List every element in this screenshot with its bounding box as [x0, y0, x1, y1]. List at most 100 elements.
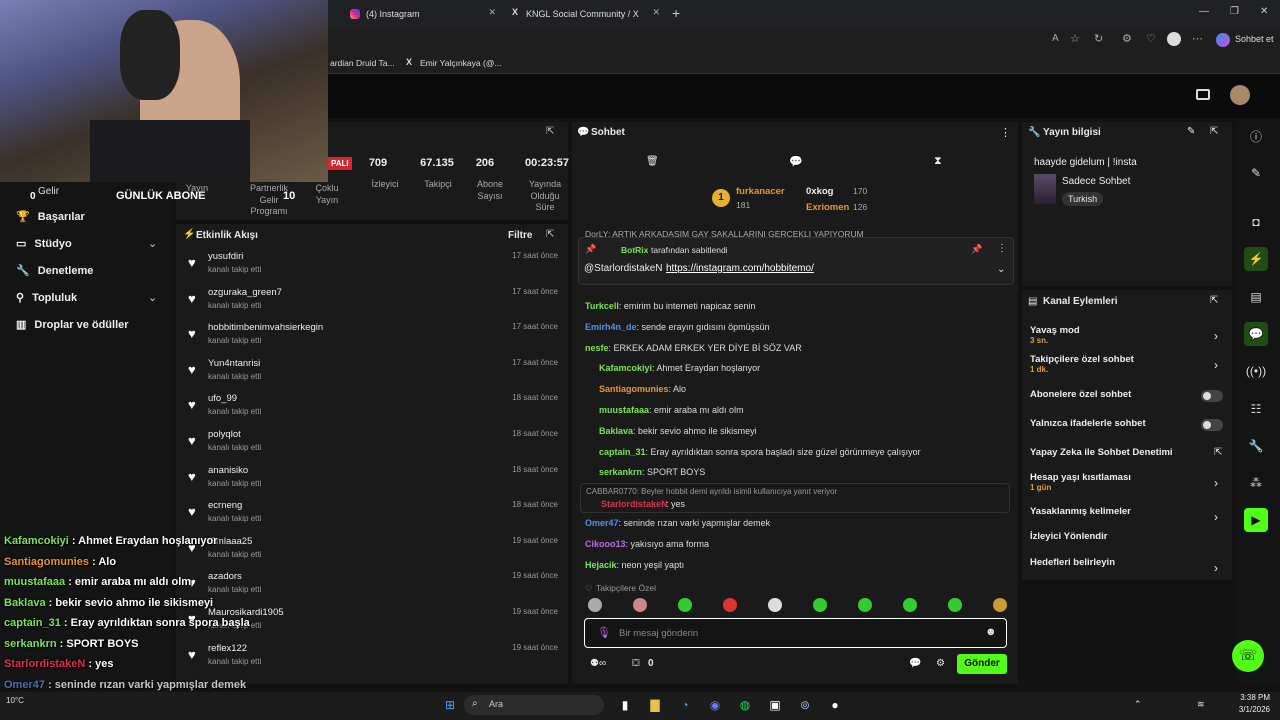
profile-icon[interactable]: [1167, 32, 1181, 46]
extensions-icon[interactable]: ⚙: [1122, 32, 1132, 45]
activity-row[interactable]: ♥ azadors kanalı takip etti 19 saat önce: [180, 567, 564, 603]
bookmark-item[interactable]: ardian Druid Ta...: [330, 58, 395, 68]
activity-username[interactable]: ecrneng: [208, 500, 242, 511]
wrench-icon[interactable]: 🔧: [1244, 434, 1268, 458]
more-vertical-icon[interactable]: ⋮: [997, 243, 1007, 254]
spotify-icon[interactable]: ◍: [736, 696, 754, 714]
hourglass-icon[interactable]: ⧗: [934, 155, 942, 168]
windows-start-icon[interactable]: ⊞: [441, 696, 459, 714]
avatar[interactable]: [1230, 85, 1250, 105]
tab-x[interactable]: X KNGL Social Community / X ✕: [506, 2, 666, 26]
chat-username[interactable]: muustafaaa: [599, 405, 649, 415]
chat-username[interactable]: Cikooo13: [585, 539, 626, 549]
chat-bubble-icon[interactable]: 💬: [789, 155, 803, 168]
channel-action-item[interactable]: Takipçilere özel sohbet 1 dk.: [1030, 354, 1226, 374]
activity-row[interactable]: ♥ ufo_99 kanalı takip etti 18 saat önce: [180, 389, 564, 425]
share-icon[interactable]: ⁂: [1244, 471, 1268, 495]
sidebar-item-drops[interactable]: ▥ Droplar ve ödüller: [16, 318, 129, 332]
edge-icon[interactable]: ◔: [676, 696, 694, 714]
chat-username[interactable]: Hejacik: [585, 560, 617, 570]
activity-username[interactable]: yusufdiri: [208, 251, 243, 262]
copilot-label[interactable]: Sohbet et: [1235, 34, 1274, 44]
broadcast-icon[interactable]: ((•)): [1244, 359, 1268, 383]
channel-action-item[interactable]: Hedefleri belirleyin: [1030, 557, 1226, 568]
activity-username[interactable]: ananisiko: [208, 465, 248, 476]
activity-username[interactable]: polyqlot: [208, 429, 241, 440]
popout-icon[interactable]: ⇱: [546, 229, 554, 240]
activity-row[interactable]: ♥ t3mlaaa25 kanalı takip etti 19 saat önce: [180, 532, 564, 568]
activity-row[interactable]: ♥ Yun4ntanrisi kanalı takip etti 17 saat ön…: [180, 354, 564, 390]
popout-icon[interactable]: ⇱: [1210, 126, 1218, 137]
external-link-icon[interactable]: ⇱: [1214, 447, 1222, 458]
leader-name[interactable]: Exriomen: [806, 202, 849, 213]
emote-icon[interactable]: [768, 598, 782, 612]
chevron-right-icon[interactable]: ›: [1214, 329, 1218, 343]
channel-action-item[interactable]: Abonelere özel sohbet: [1030, 389, 1226, 400]
channel-action-item[interactable]: Yapay Zeka ile Sohbet Denetimi: [1030, 447, 1226, 458]
maximize-icon[interactable]: ❐: [1230, 6, 1239, 17]
read-aloud-icon[interactable]: A: [1052, 33, 1059, 44]
activity-row[interactable]: ♥ ananisiko kanalı takip etti 18 saat önce: [180, 461, 564, 497]
bookmark-item[interactable]: Emir Yalçınkaya (@...: [420, 58, 502, 68]
emote-icon[interactable]: [588, 598, 602, 612]
new-tab-icon[interactable]: +: [672, 5, 680, 21]
minimize-icon[interactable]: —: [1199, 6, 1209, 17]
sidebar-item-studio[interactable]: ▭ Stüdyo: [16, 237, 72, 251]
more-vertical-icon[interactable]: ⋮: [1000, 126, 1011, 139]
chevron-right-icon[interactable]: ›: [1214, 561, 1218, 575]
popout-icon[interactable]: ⇱: [546, 126, 554, 137]
edit-icon[interactable]: ✎: [1244, 161, 1268, 185]
pin-icon[interactable]: 📌: [971, 244, 982, 255]
chat-username[interactable]: Santiagomunies: [599, 384, 669, 394]
video-icon[interactable]: [1196, 89, 1210, 100]
chat-username[interactable]: Omer47: [585, 518, 619, 528]
pinned-link[interactable]: https://instagram.com/hobbitemo/: [666, 263, 814, 274]
activity-row[interactable]: ♥ ecrneng kanalı takip etti 18 saat önce: [180, 496, 564, 532]
users-icon[interactable]: ☷: [1244, 397, 1268, 421]
activity-username[interactable]: hobbitimbenimvahsierkegin: [208, 322, 323, 333]
trash-icon[interactable]: 🗑: [646, 156, 659, 167]
emote-icon[interactable]: [993, 598, 1007, 612]
file-icon[interactable]: ▮: [616, 696, 634, 714]
refresh-icon[interactable]: ↻: [1094, 32, 1103, 45]
emote-icon[interactable]: [723, 598, 737, 612]
chat-username[interactable]: captain_31: [599, 447, 646, 457]
activity-row[interactable]: ♥ ozguraka_green7 kanalı takip etti 17 saat…: [180, 283, 564, 319]
activity-row[interactable]: ♥ reflex122 kanalı takip etti 19 saat önce: [180, 639, 564, 675]
emote-icon[interactable]: [858, 598, 872, 612]
category-thumbnail[interactable]: [1034, 174, 1056, 204]
chat-username[interactable]: Emirh4n_de: [585, 322, 637, 332]
emoji-icon[interactable]: ☻: [985, 626, 997, 638]
channel-action-item[interactable]: Yavaş mod 3 sn.: [1030, 325, 1226, 345]
channel-action-item[interactable]: Yasaklanmış kelimeler: [1030, 506, 1226, 517]
tab-instagram[interactable]: (4) Instagram ✕: [330, 2, 502, 26]
chat-username[interactable]: Turkcell: [585, 301, 619, 311]
activity-username[interactable]: ozguraka_green7: [208, 287, 282, 298]
emote-icon[interactable]: [948, 598, 962, 612]
copilot-icon[interactable]: [1216, 33, 1230, 47]
emote-icon[interactable]: [678, 598, 692, 612]
clip-icon[interactable]: ▶: [1244, 508, 1268, 532]
document-icon[interactable]: ▤: [1244, 285, 1268, 309]
emote-icon[interactable]: [633, 598, 647, 612]
chevron-down-icon[interactable]: ⌄: [148, 237, 157, 250]
close-icon[interactable]: ✕: [488, 7, 496, 18]
chevron-down-icon[interactable]: ⌄: [997, 264, 1005, 275]
chevron-right-icon[interactable]: ›: [1214, 476, 1218, 490]
toggle-switch[interactable]: [1201, 419, 1223, 431]
taskbar-search[interactable]: ⌕ Ara: [464, 695, 604, 715]
microphone-icon[interactable]: 🎙: [597, 626, 611, 639]
chat-username[interactable]: Kafamcokiyi: [599, 363, 652, 373]
chat-bubble-icon[interactable]: 💬: [909, 658, 921, 669]
folder-icon[interactable]: ▇: [646, 696, 664, 714]
activity-username[interactable]: azadors: [208, 571, 242, 582]
steam-icon[interactable]: ⊚: [796, 696, 814, 714]
activity-row[interactable]: ♥ hobbitimbenimvahsierkegin kanalı takip e…: [180, 318, 564, 354]
discord-icon[interactable]: ◉: [706, 696, 724, 714]
toggle-switch[interactable]: [1201, 390, 1223, 402]
activity-username[interactable]: reflex122: [208, 643, 247, 654]
send-button[interactable]: Gönder: [957, 654, 1007, 674]
wifi-icon[interactable]: ≋: [1197, 699, 1205, 710]
emote-icon[interactable]: [813, 598, 827, 612]
chevron-right-icon[interactable]: ›: [1214, 510, 1218, 524]
